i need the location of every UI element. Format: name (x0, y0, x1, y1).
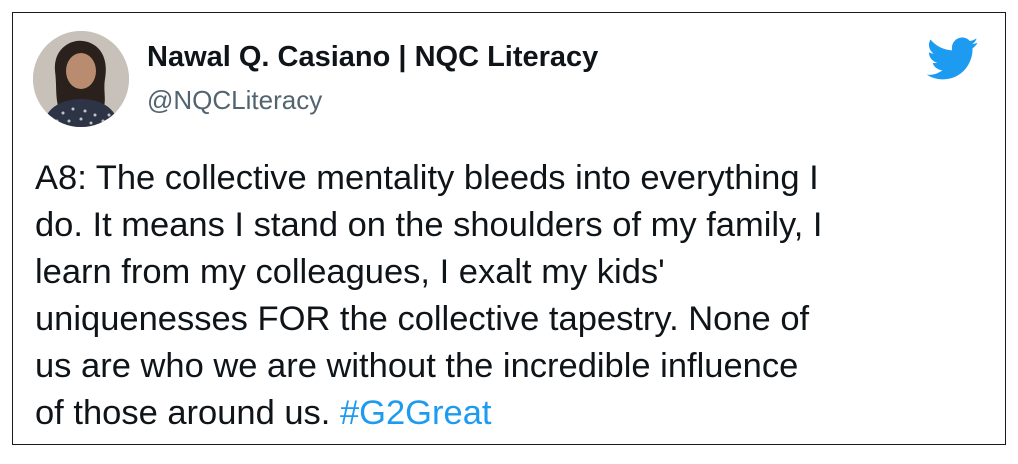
tweet-line: uniquenesses FOR the collective tapestry… (35, 300, 810, 338)
twitter-bird-icon[interactable] (927, 37, 979, 81)
tweet-line: learn from my colleagues, I exalt my kid… (35, 253, 665, 291)
tweet-line: A8: The collective mentality bleeds into… (35, 159, 819, 197)
tweet-line-text: of those around us. (35, 394, 340, 432)
avatar[interactable] (33, 31, 129, 127)
author-display-name[interactable]: Nawal Q. Casiano | NQC Literacy (147, 41, 598, 74)
author-handle[interactable]: @NQCLiteracy (147, 85, 322, 116)
tweet-card[interactable]: Nawal Q. Casiano | NQC Literacy @NQCLite… (12, 12, 1006, 445)
tweet-line: do. It means I stand on the shoulders of… (35, 206, 823, 244)
tweet-last-line: of those around us. #G2Great (35, 390, 985, 437)
hashtag-link[interactable]: #G2Great (340, 394, 492, 432)
tweet-text: A8: The collective mentality bleeds into… (35, 155, 985, 437)
avatar-photo (33, 31, 129, 127)
tweet-line: us are who we are without the incredible… (35, 347, 799, 385)
